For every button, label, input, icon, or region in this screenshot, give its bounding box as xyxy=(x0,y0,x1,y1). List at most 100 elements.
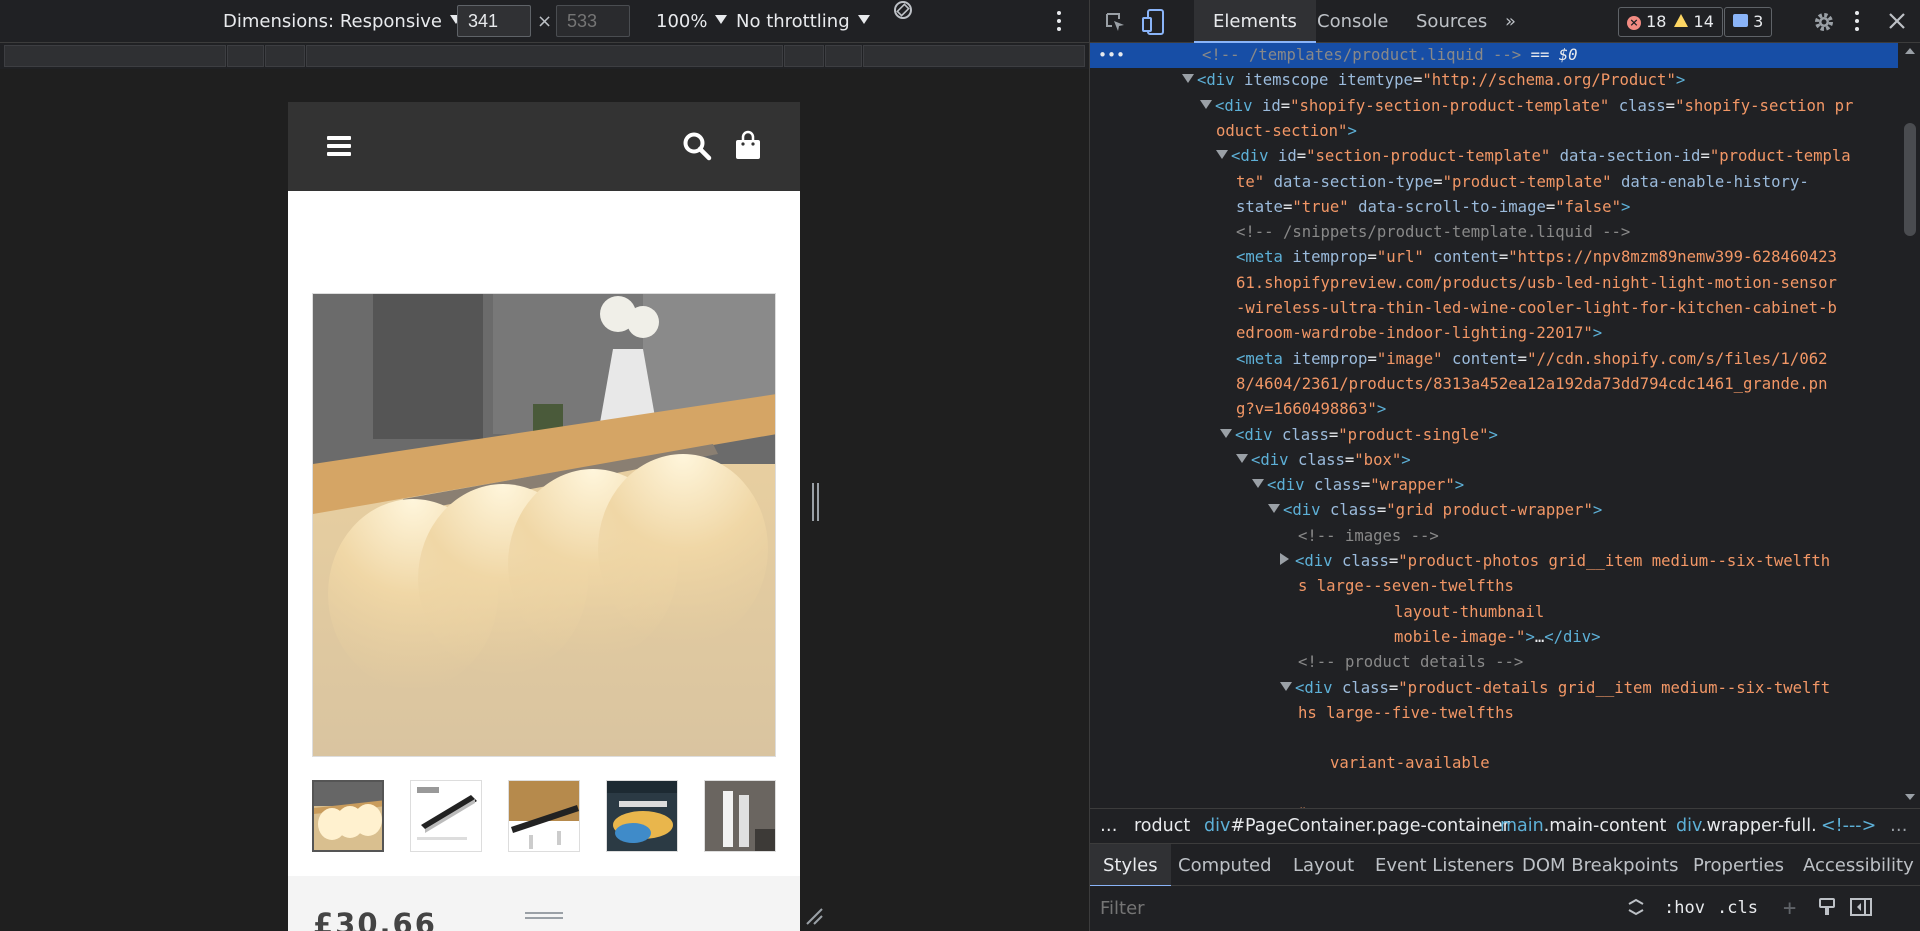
messages-badge[interactable]: 3 xyxy=(1724,7,1773,37)
media-query-segment[interactable] xyxy=(863,45,1085,67)
tab-dom-breakpoints[interactable]: DOM Breakpoints xyxy=(1522,844,1678,887)
dom-node-line[interactable]: <!-- images --> xyxy=(1090,524,1898,549)
product-thumbnail[interactable] xyxy=(312,780,384,852)
dom-node-line[interactable]: <div class="product-single"> xyxy=(1090,423,1898,448)
dom-node-line[interactable]: <div id="shopify-section-product-templat… xyxy=(1090,94,1898,119)
dom-node-line[interactable] xyxy=(1090,726,1898,751)
breadcrumb-scroll-right[interactable]: … xyxy=(1890,809,1908,843)
width-input[interactable] xyxy=(457,5,531,37)
dom-node-line[interactable]: <div class="product-details grid__item m… xyxy=(1090,676,1898,701)
tab-console[interactable]: Console xyxy=(1317,0,1388,43)
tab-sources[interactable]: Sources xyxy=(1416,0,1487,43)
dom-node-line[interactable]: <div class="product-photos grid__item me… xyxy=(1090,549,1898,574)
styles-pane-tabs: Styles Computed Layout Event Listeners D… xyxy=(1090,843,1920,887)
throttling-dropdown[interactable]: No throttling xyxy=(736,0,870,43)
dom-node-line[interactable]: <meta itemprop="image" content="//cdn.sh… xyxy=(1090,347,1898,372)
dom-node-line[interactable]: layout-thumbnail xyxy=(1090,600,1898,625)
styles-filter-bar: :hov .cls + xyxy=(1090,886,1920,931)
dom-node-line[interactable]: <div class="box"> xyxy=(1090,448,1898,473)
dom-node-line[interactable]: <div id="section-product-template" data-… xyxy=(1090,144,1898,169)
dom-tree-scrollbar[interactable] xyxy=(1898,43,1920,808)
tab-styles[interactable]: Styles xyxy=(1090,844,1171,887)
class-toggle[interactable]: .cls xyxy=(1717,886,1758,931)
dom-node-line[interactable]: te" data-section-type="product-template"… xyxy=(1090,170,1898,195)
tab-layout[interactable]: Layout xyxy=(1293,844,1354,887)
breadcrumb-item[interactable]: div.wrapper-full. xyxy=(1676,809,1817,843)
height-input[interactable] xyxy=(556,5,630,37)
dom-node-line[interactable]: mobile-image-">…</div> xyxy=(1090,625,1898,650)
resize-handle-bottom[interactable] xyxy=(525,912,563,920)
product-thumbnail[interactable] xyxy=(704,780,776,852)
dom-node-line[interactable]: g?v=1660498863"> xyxy=(1090,397,1898,422)
dom-node-line[interactable]: 8/4604/2361/products/8313a452ea12a192da7… xyxy=(1090,372,1898,397)
tab-properties[interactable]: Properties xyxy=(1693,844,1784,887)
dom-node-line[interactable]: s large--seven-twelfths xyxy=(1090,574,1898,599)
hover-state-toggle[interactable]: :hov xyxy=(1664,886,1705,931)
media-query-segment[interactable] xyxy=(784,45,824,67)
product-thumbnail[interactable] xyxy=(606,780,678,852)
media-query-segment[interactable] xyxy=(227,45,264,67)
shopping-bag-icon[interactable] xyxy=(735,130,761,160)
media-query-segment[interactable] xyxy=(825,45,862,67)
message-count: 3 xyxy=(1753,12,1764,31)
warning-icon xyxy=(1674,14,1689,27)
dom-node-line[interactable]: edroom-wardrobe-indoor-lighting-22017"> xyxy=(1090,321,1898,346)
product-thumbnail[interactable] xyxy=(508,780,580,852)
breadcrumb-item[interactable]: main.main-content xyxy=(1500,809,1666,843)
dom-node-line[interactable]: state="true" data-scroll-to-image="false… xyxy=(1090,195,1898,220)
devtools-tabbar: Elements Console Sources » × 18 14 3 xyxy=(1090,0,1920,43)
resize-handle-right[interactable] xyxy=(812,483,820,521)
zoom-dropdown[interactable]: 100% xyxy=(656,0,728,43)
dom-node-line[interactable]: <div itemscope itemtype="http://schema.o… xyxy=(1090,68,1898,93)
media-query-segment[interactable] xyxy=(306,45,783,67)
tab-computed[interactable]: Computed xyxy=(1178,844,1272,887)
dom-node-selected[interactable]: <!-- /templates/product.liquid --> == $0 xyxy=(1090,43,1898,68)
tab-event-listeners[interactable]: Event Listeners xyxy=(1375,844,1514,887)
dom-node-line[interactable]: variant-available xyxy=(1090,751,1898,776)
layers-icon[interactable] xyxy=(1626,886,1646,931)
product-main-image[interactable] xyxy=(312,293,776,757)
breadcrumb-item[interactable]: <!---> xyxy=(1821,809,1876,843)
media-query-segment[interactable] xyxy=(265,45,305,67)
dom-node-line[interactable]: <!-- product details --> xyxy=(1090,650,1898,675)
issues-badge[interactable]: × 18 14 xyxy=(1618,7,1723,37)
sidebar-toggle-icon[interactable] xyxy=(1850,886,1872,931)
tab-accessibility[interactable]: Accessibility xyxy=(1803,844,1914,887)
dom-node-line[interactable]: hs large--five-twelfths xyxy=(1090,701,1898,726)
dom-node-line[interactable]: 61.shopifypreview.com/products/usb-led-n… xyxy=(1090,271,1898,296)
dom-node-line[interactable]: oduct-section"> xyxy=(1090,119,1898,144)
dom-node-line[interactable]: <!-- /snippets/product-template.liquid -… xyxy=(1090,220,1898,245)
new-rule-button[interactable]: + xyxy=(1783,886,1796,931)
paint-icon[interactable] xyxy=(1817,886,1837,931)
product-thumbnail[interactable] xyxy=(410,780,482,852)
resize-handle-corner[interactable] xyxy=(804,906,824,926)
media-query-segment[interactable] xyxy=(4,45,226,67)
device-toolbar-icon[interactable] xyxy=(1142,9,1164,35)
more-options-icon[interactable] xyxy=(1057,11,1071,31)
zoom-label: 100% xyxy=(656,11,708,32)
filter-input[interactable] xyxy=(1100,894,1610,924)
breadcrumb-item[interactable]: div#PageContainer.page-container xyxy=(1204,809,1510,843)
scrollbar-thumb[interactable] xyxy=(1904,123,1916,236)
dom-node-line[interactable]: -wireless-ultra-thin-led-wine-cooler-lig… xyxy=(1090,296,1898,321)
breadcrumb-item[interactable]: roduct xyxy=(1134,809,1190,843)
tab-elements[interactable]: Elements xyxy=(1194,0,1316,43)
dom-node-line[interactable]: <meta itemprop="url" content="https://np… xyxy=(1090,245,1898,270)
inspect-element-icon[interactable] xyxy=(1104,11,1126,33)
more-options-icon[interactable] xyxy=(1855,11,1859,31)
device-toolbar: Dimensions: Responsive × 100% No throttl… xyxy=(0,0,1089,43)
dom-node-line[interactable]: <div class="wrapper"> xyxy=(1090,473,1898,498)
error-icon: × xyxy=(1627,16,1641,30)
rotate-icon[interactable] xyxy=(893,0,913,20)
search-icon[interactable] xyxy=(682,131,712,161)
dimensions-dropdown[interactable]: Dimensions: Responsive xyxy=(223,0,462,43)
more-tabs-button[interactable]: » xyxy=(1505,0,1516,43)
close-icon[interactable] xyxy=(1887,11,1907,31)
dom-node-ellipsis[interactable]: ••• xyxy=(1098,43,1125,68)
settings-gear-icon[interactable] xyxy=(1812,10,1836,34)
dom-node-line[interactable]: <div class="grid product-wrapper"> xyxy=(1090,498,1898,523)
dom-node-line[interactable] xyxy=(1090,777,1898,802)
product-price: £30.66 xyxy=(313,907,437,931)
breadcrumb-ellipsis[interactable]: … xyxy=(1100,809,1118,843)
hamburger-menu-icon[interactable] xyxy=(327,136,351,156)
